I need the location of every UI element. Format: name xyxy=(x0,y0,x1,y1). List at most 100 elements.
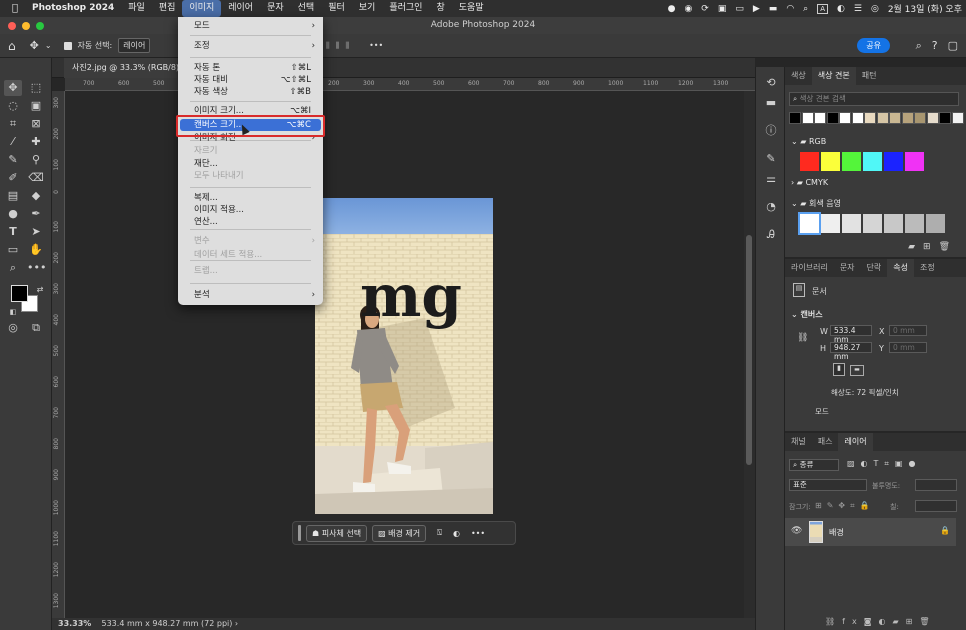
menu-item[interactable]: 연산... xyxy=(180,216,321,228)
menu-plugins[interactable]: 플러그인 xyxy=(382,0,429,17)
move-tool-icon[interactable]: ✥ xyxy=(30,39,39,52)
stamp-tool-icon[interactable]: ⚲ xyxy=(27,152,45,168)
foreground-color[interactable] xyxy=(11,285,28,302)
more-options-icon[interactable]: ••• xyxy=(369,41,383,50)
brushes-icon[interactable]: ✎ xyxy=(763,151,779,167)
swatch[interactable] xyxy=(798,212,821,235)
swatch[interactable] xyxy=(826,112,839,124)
autoselect-dropdown[interactable]: 레이어 xyxy=(118,38,151,53)
swatch[interactable] xyxy=(789,112,801,124)
y-field[interactable]: 0 mm xyxy=(889,342,927,353)
sync-icon[interactable]: ⟳ xyxy=(701,4,709,14)
group-icon[interactable]: ▰ xyxy=(892,617,905,626)
fx-icon[interactable]: fx xyxy=(842,617,864,626)
layer-row[interactable]: 👁 배경 🔒 xyxy=(785,518,956,546)
swap-colors-icon[interactable]: ⇄ xyxy=(31,282,49,298)
swatch[interactable] xyxy=(926,214,945,233)
menu-window[interactable]: 창 xyxy=(429,0,451,17)
info-icon[interactable]: ⓘ xyxy=(763,123,779,139)
layer-kind-filter[interactable]: ⌕ 종류 xyxy=(789,459,839,471)
wifi-icon[interactable]: ◠ xyxy=(786,4,794,14)
status-icon[interactable]: ◉ xyxy=(684,4,692,14)
trash-icon[interactable]: 🗑 xyxy=(939,242,958,252)
swatch-group-cmyk[interactable]: › ▰ CMYK xyxy=(791,178,828,187)
control-center-icon[interactable]: ☰ xyxy=(854,4,862,14)
link-layers-icon[interactable]: ⛓ xyxy=(825,617,842,626)
layer-filter-icons[interactable]: ▨◐T⌗▣● xyxy=(847,459,921,469)
menu-item[interactable]: 이미지 적용... xyxy=(180,204,321,216)
swatch[interactable] xyxy=(905,152,924,171)
menu-item[interactable]: 재단... xyxy=(180,158,321,170)
chevron-down-icon[interactable]: ⌄ xyxy=(45,41,52,50)
swatch[interactable] xyxy=(901,112,914,124)
menu-edit[interactable]: 편집 xyxy=(152,0,183,17)
swatch[interactable] xyxy=(821,214,840,233)
path-select-icon[interactable]: ➤ xyxy=(27,224,45,240)
history-brush-icon[interactable]: ✐ xyxy=(4,170,22,186)
record-icon[interactable]: ● xyxy=(668,4,676,14)
tab-paragraph[interactable]: 단락 xyxy=(861,259,888,277)
menu-image[interactable]: 이미지 xyxy=(182,0,222,17)
menu-item[interactable]: 조정 › xyxy=(180,40,321,52)
brush-tool-icon[interactable]: ✎ xyxy=(4,152,22,168)
user-icon[interactable]: ◐ xyxy=(837,4,845,14)
tab-patterns[interactable]: 패턴 xyxy=(856,67,883,85)
input-source-icon[interactable]: A xyxy=(817,3,829,14)
chevron-right-icon[interactable]: › xyxy=(235,619,238,628)
battery-icon[interactable]: ▬ xyxy=(769,4,778,14)
swatch[interactable] xyxy=(851,112,864,124)
add-swatch-icon[interactable]: ⊞ xyxy=(923,242,939,252)
object-select-icon[interactable]: ▣ xyxy=(27,98,45,114)
display-icon[interactable]: ▭ xyxy=(735,4,744,14)
more-icon[interactable]: ••• xyxy=(471,529,485,538)
menu-item[interactable]: 분석 › xyxy=(180,289,321,301)
swatch[interactable] xyxy=(905,214,924,233)
default-colors-icon[interactable]: ◧ xyxy=(4,304,22,320)
landscape-orientation-icon[interactable]: ▬ xyxy=(850,365,864,376)
lock-icons[interactable]: ⊞✎✥⌗🔒 xyxy=(815,501,875,511)
swatch[interactable] xyxy=(889,112,901,124)
blend-mode-dropdown[interactable]: 표준 xyxy=(789,479,867,491)
tab-character[interactable]: 문자 xyxy=(834,259,861,277)
eraser-tool-icon[interactable]: ⌫ xyxy=(27,170,45,186)
height-field[interactable]: 948.27 mm xyxy=(830,342,872,361)
swatch[interactable] xyxy=(876,112,889,124)
type-tool-icon[interactable]: T xyxy=(4,224,22,240)
canvas-section[interactable]: ⌄ 캔버스 xyxy=(791,309,823,320)
menu-item[interactable]: 자동 색상 ⇧⌘B xyxy=(180,86,321,98)
select-subject-button[interactable]: ☗ 피사체 선택 xyxy=(306,524,368,542)
adjust-icon[interactable]: ◐ xyxy=(453,529,460,538)
swatch[interactable] xyxy=(842,214,861,233)
tab-swatches[interactable]: 색상 견본 xyxy=(811,67,856,85)
menu-layer[interactable]: 레이어 xyxy=(221,0,260,17)
autoselect-checkbox[interactable] xyxy=(63,41,72,50)
minimize-window-button[interactable] xyxy=(22,22,30,30)
menu-file[interactable]: 파일 xyxy=(121,0,152,17)
pen-tool-icon[interactable]: ✒ xyxy=(27,206,45,222)
new-group-icon[interactable]: ▰ xyxy=(908,242,923,252)
link-icon[interactable]: ⛓ xyxy=(797,333,808,343)
glyphs-icon[interactable]: Ꭿ xyxy=(763,227,779,243)
visibility-eye-icon[interactable]: 👁 xyxy=(791,526,802,536)
trash-icon[interactable]: 🗑 xyxy=(919,617,936,626)
swatch[interactable] xyxy=(842,152,861,171)
home-icon[interactable]: ⌂ xyxy=(8,39,16,53)
swatch[interactable] xyxy=(814,112,826,124)
opacity-field[interactable] xyxy=(915,479,957,491)
clock[interactable]: 2월 13일 (화) 오후 xyxy=(888,2,962,15)
workspace-icon[interactable]: ▢ xyxy=(948,39,958,53)
quick-mask-icon[interactable]: ◎ xyxy=(4,320,22,336)
swatch[interactable] xyxy=(926,112,939,124)
portrait-orientation-icon[interactable]: ▮ xyxy=(833,363,845,376)
menu-view[interactable]: 보기 xyxy=(352,0,383,17)
swatch[interactable] xyxy=(863,152,882,171)
zoom-window-button[interactable] xyxy=(36,22,44,30)
move-tool-icon[interactable]: ✥ xyxy=(4,80,22,96)
gradient-tool-icon[interactable]: ▤ xyxy=(4,188,22,204)
fill-field[interactable] xyxy=(915,500,957,512)
new-layer-icon[interactable]: ⊞ xyxy=(906,617,920,626)
share-button[interactable]: 공유 xyxy=(857,38,890,53)
blur-tool-icon[interactable]: ◆ xyxy=(27,188,45,204)
menu-filter[interactable]: 필터 xyxy=(321,0,352,17)
swatch-group-rgb[interactable]: ⌄ ▰ RGB xyxy=(791,137,826,146)
